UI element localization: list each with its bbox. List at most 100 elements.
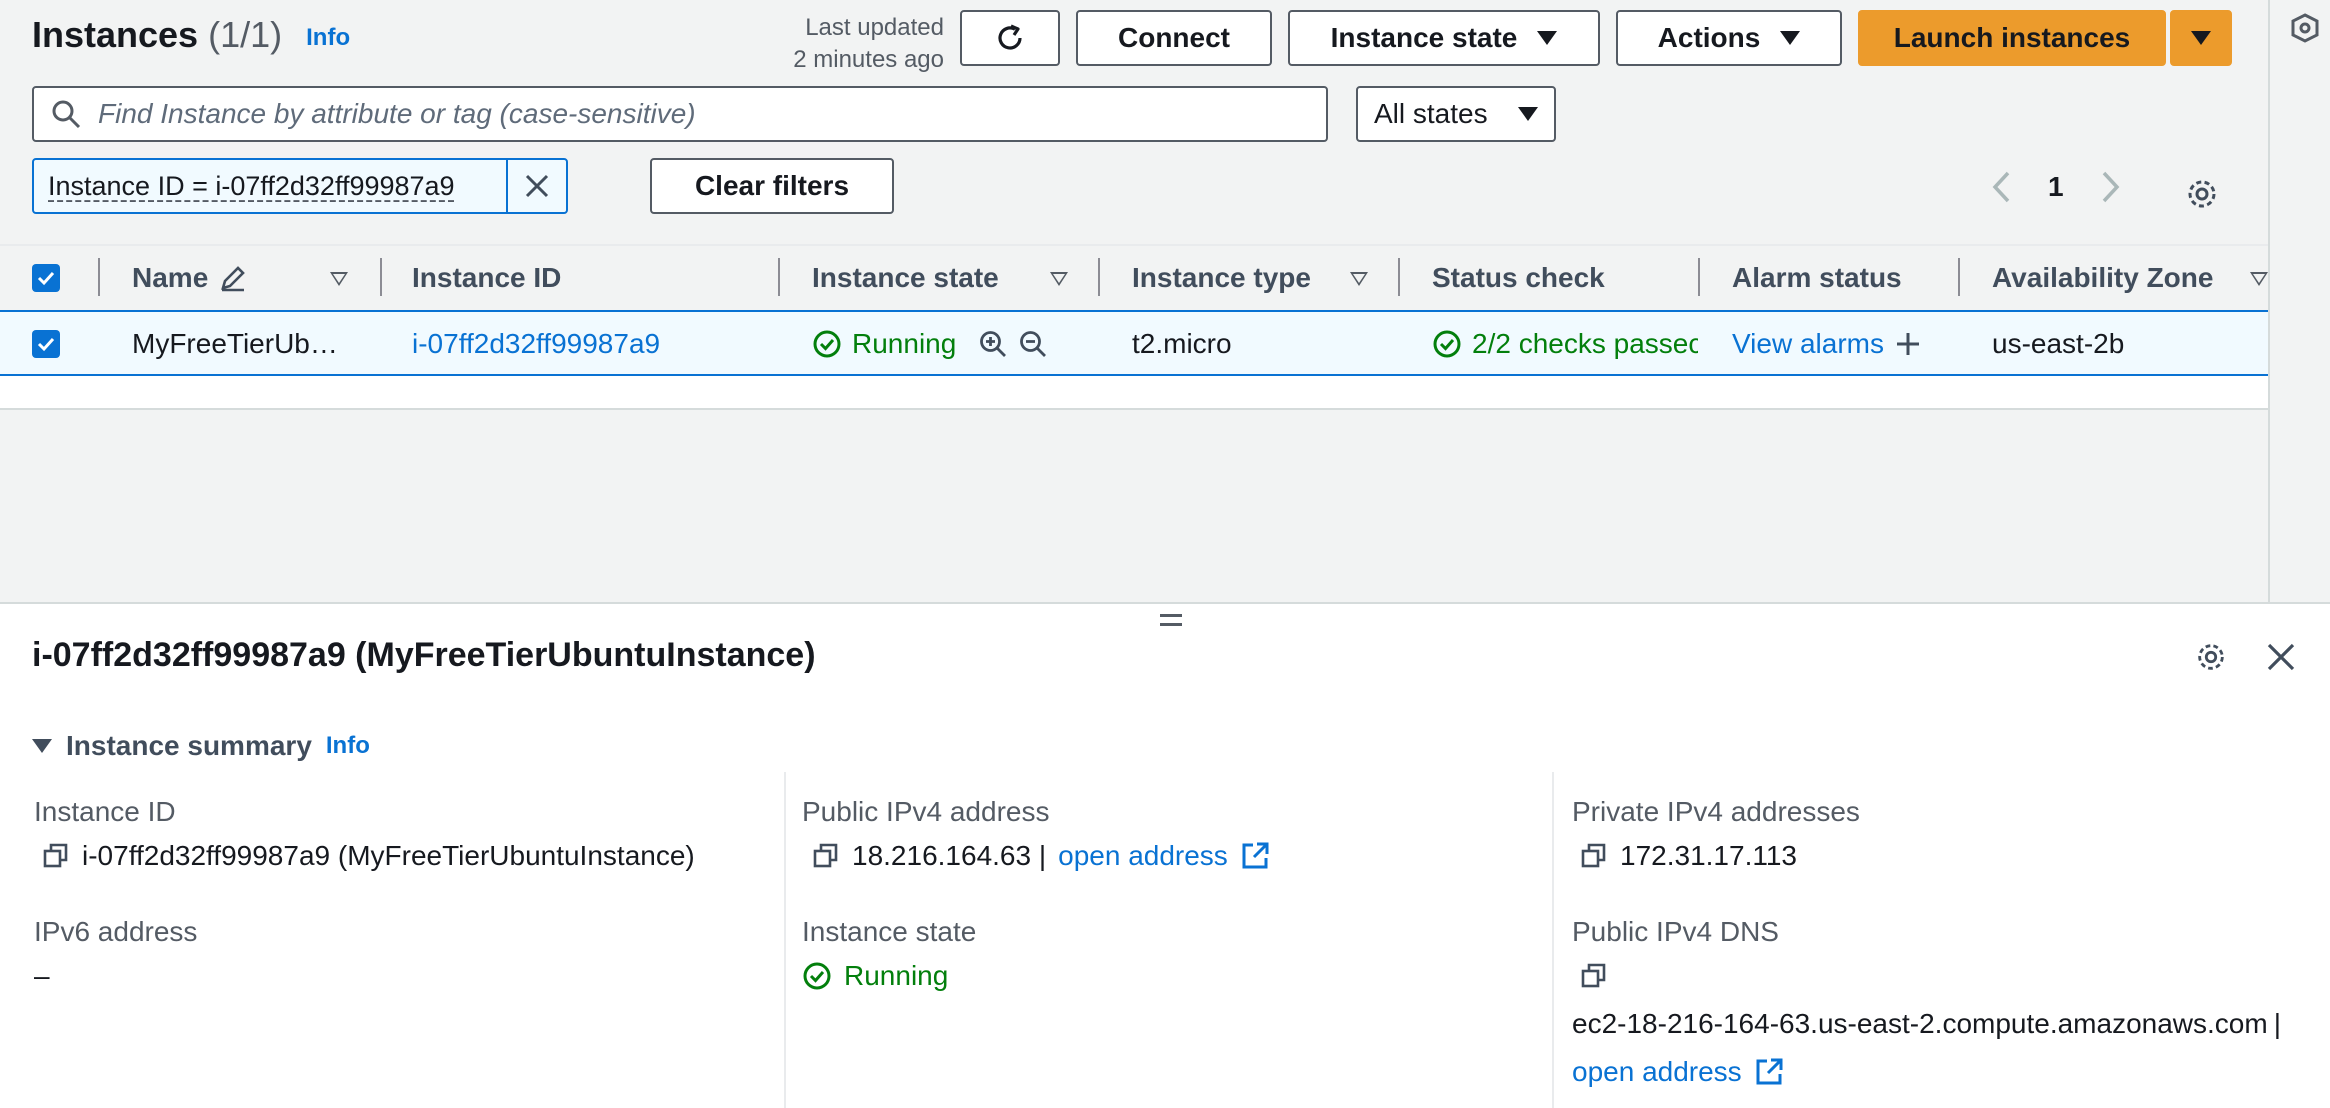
- column-label: Alarm status: [1732, 262, 1902, 293]
- column-header-instance-state[interactable]: Instance state: [812, 262, 999, 294]
- caret-down-icon: [2191, 31, 2211, 45]
- caret-down-icon: [1537, 31, 1558, 45]
- sort-icon[interactable]: [330, 272, 348, 286]
- last-updated-label: Last updated: [805, 14, 944, 41]
- sort-icon[interactable]: [2250, 272, 2268, 286]
- table-settings-gear-icon[interactable]: [2184, 176, 2220, 212]
- check-circle-icon: [1432, 329, 1462, 359]
- instance-count: (1/1): [208, 14, 283, 55]
- sort-icon[interactable]: [1350, 272, 1368, 286]
- instance-id-value: i-07ff2d32ff99987a9 (MyFreeTierUbuntuIns…: [42, 840, 695, 872]
- column-header-availability-zone[interactable]: Availability Zone: [1992, 262, 2213, 294]
- zoom-out-icon[interactable]: [1018, 329, 1048, 359]
- column-label: Instance state: [812, 262, 999, 293]
- refresh-icon: [993, 21, 1027, 55]
- caret-down-icon: [1518, 107, 1538, 121]
- column-label: Status check: [1432, 262, 1605, 293]
- plus-icon[interactable]: [1894, 330, 1922, 358]
- column-header-name[interactable]: Name: [132, 262, 248, 294]
- summary-info-link[interactable]: Info: [326, 732, 370, 760]
- ipv6-value: –: [34, 960, 50, 991]
- pagination: 1: [1990, 170, 2122, 204]
- instance-state-label: Instance state: [1330, 22, 1518, 53]
- zoom-in-icon[interactable]: [978, 329, 1008, 359]
- filter-token-text[interactable]: Instance ID = i-07ff2d32ff99987a9: [34, 171, 506, 202]
- refresh-button[interactable]: [960, 10, 1060, 66]
- row-status-check-text: 2/2 checks passec: [1472, 328, 1698, 359]
- row-instance-id-link[interactable]: i-07ff2d32ff99987a9: [412, 328, 660, 360]
- copy-icon[interactable]: [42, 842, 70, 870]
- drag-handle-icon[interactable]: [1160, 614, 1182, 626]
- public-dns-text: ec2-18-216-164-63.us-east-2.compute.amaz…: [1572, 1008, 2268, 1039]
- public-ipv4-value: 18.216.164.63 | open address: [812, 840, 1270, 872]
- connect-label: Connect: [1118, 22, 1230, 53]
- public-ipv4-text: 18.216.164.63 |: [852, 840, 1047, 871]
- search-input[interactable]: Find Instance by attribute or tag (case-…: [32, 86, 1328, 142]
- public-dns-open: open address: [1572, 1056, 1784, 1088]
- clear-filters-button[interactable]: Clear filters: [650, 158, 894, 214]
- search-placeholder: Find Instance by attribute or tag (case-…: [98, 98, 696, 129]
- column-label: Instance ID: [412, 262, 562, 293]
- caret-down-icon: [32, 739, 52, 753]
- state-filter-select[interactable]: All states: [1356, 86, 1556, 142]
- page-title: Instances (1/1) Info: [32, 14, 350, 56]
- next-page-icon[interactable]: [2100, 170, 2122, 204]
- remove-filter-button[interactable]: [506, 160, 566, 212]
- clear-filters-label: Clear filters: [694, 170, 850, 201]
- check-icon: [37, 271, 55, 286]
- select-all-checkbox[interactable]: [32, 264, 60, 292]
- close-icon[interactable]: [2264, 640, 2298, 674]
- launch-instances-button[interactable]: Launch instances: [1858, 10, 2166, 66]
- public-dns-separator: |: [2273, 1008, 2281, 1039]
- column-label: Name: [132, 262, 209, 293]
- column-header-instance-type[interactable]: Instance type: [1132, 262, 1311, 294]
- right-rail: [2268, 0, 2330, 602]
- column-label: Instance type: [1132, 262, 1311, 293]
- row-alarm-status: View alarms: [1732, 328, 1922, 360]
- copy-icon[interactable]: [1580, 842, 1608, 870]
- check-icon: [37, 337, 55, 352]
- copy-icon[interactable]: [1580, 962, 1608, 990]
- sort-icon[interactable]: [1050, 272, 1068, 286]
- ipv6-label: IPv6 address: [34, 916, 198, 947]
- detail-settings-gear-icon[interactable]: [2194, 640, 2228, 674]
- info-link[interactable]: Info: [306, 24, 350, 51]
- panel-splitter[interactable]: [0, 602, 2330, 604]
- filter-token[interactable]: Instance ID = i-07ff2d32ff99987a9: [32, 158, 568, 214]
- public-dns-value: ec2-18-216-164-63.us-east-2.compute.amaz…: [1572, 1008, 2281, 1040]
- view-alarms-link[interactable]: View alarms: [1732, 328, 1884, 360]
- instance-state-button[interactable]: Instance state: [1288, 10, 1600, 66]
- actions-label: Actions: [1657, 22, 1761, 53]
- summary-title: Instance summary: [66, 730, 312, 761]
- column-header-instance-id[interactable]: Instance ID: [412, 262, 561, 294]
- edit-pencil-icon: [218, 263, 248, 293]
- instance-summary-toggle[interactable]: Instance summary Info: [32, 730, 370, 762]
- public-ipv4-label: Public IPv4 address: [802, 796, 1050, 827]
- connect-button[interactable]: Connect: [1076, 10, 1272, 66]
- actions-button[interactable]: Actions: [1616, 10, 1842, 66]
- row-checkbox[interactable]: [32, 330, 60, 358]
- instance-state-detail-value: Running: [802, 960, 948, 992]
- prev-page-icon[interactable]: [1990, 170, 2012, 204]
- private-ipv4-text: 172.31.17.113: [1620, 840, 1797, 871]
- caret-down-icon: [1780, 31, 1801, 45]
- row-name: MyFreeTierUb…: [132, 328, 338, 359]
- help-panel-icon[interactable]: [2290, 12, 2320, 44]
- column-header-status-check[interactable]: Status check: [1432, 262, 1605, 294]
- instance-id-label: Instance ID: [34, 796, 176, 827]
- external-link-icon[interactable]: [1240, 841, 1270, 871]
- check-circle-icon: [802, 961, 832, 991]
- external-link-icon[interactable]: [1754, 1057, 1784, 1087]
- table-row[interactable]: MyFreeTierUb… i-07ff2d32ff99987a9 Runnin…: [0, 310, 2268, 376]
- instance-state-detail-text: Running: [844, 960, 949, 991]
- last-updated: Last updated 2 minutes ago: [760, 12, 944, 76]
- open-address-link[interactable]: open address: [1058, 840, 1228, 872]
- column-header-alarm-status[interactable]: Alarm status: [1732, 262, 1902, 294]
- current-page[interactable]: 1: [2048, 171, 2064, 203]
- launch-dropdown-button[interactable]: [2170, 10, 2232, 66]
- row-instance-type: t2.micro: [1132, 328, 1232, 359]
- dns-open-address-link[interactable]: open address: [1572, 1056, 1742, 1088]
- row-availability-zone: us-east-2b: [1992, 328, 2125, 359]
- last-updated-time: 2 minutes ago: [793, 46, 944, 73]
- copy-icon[interactable]: [812, 842, 840, 870]
